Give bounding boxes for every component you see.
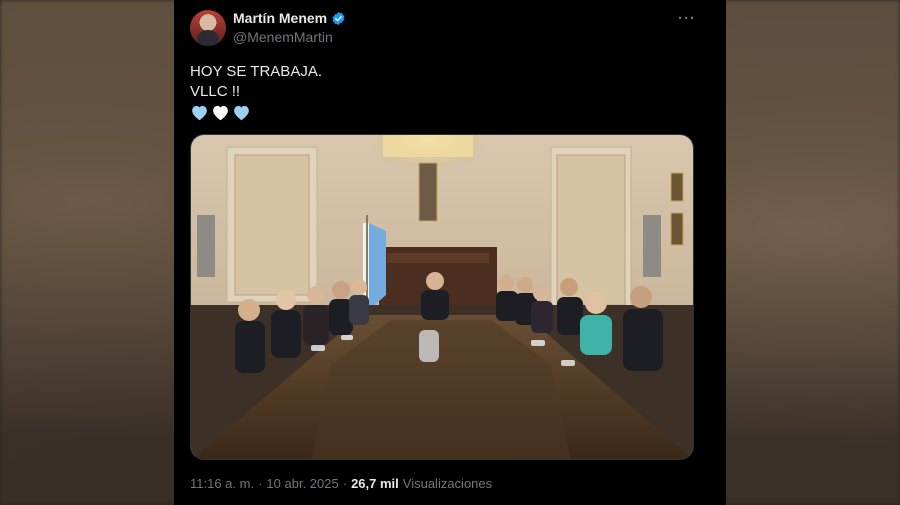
post-photo[interactable] bbox=[190, 134, 694, 460]
post-text: HOY SE TRABAJA. VLLC !! bbox=[190, 62, 322, 121]
blue-heart-icon bbox=[234, 105, 249, 121]
post-line-1: HOY SE TRABAJA. bbox=[190, 63, 322, 80]
avatar[interactable] bbox=[190, 10, 226, 46]
separator: · bbox=[342, 476, 348, 491]
more-options-icon[interactable]: ··· bbox=[678, 10, 696, 27]
author-handle[interactable]: @MenemMartin bbox=[233, 29, 333, 45]
post-metadata: 11:16 a. m. · 10 abr. 2025 · 26,7 mil Vi… bbox=[190, 476, 492, 491]
verified-badge-icon bbox=[332, 11, 345, 25]
post-date[interactable]: 10 abr. 2025 bbox=[266, 476, 338, 491]
meeting-room-photo bbox=[191, 135, 693, 459]
separator: · bbox=[258, 476, 263, 491]
views-label: Visualizaciones bbox=[402, 476, 493, 491]
author-name[interactable]: Martín Menem bbox=[233, 10, 327, 26]
post-time[interactable]: 11:16 a. m. bbox=[190, 476, 254, 491]
post-card: Martín Menem @MenemMartin ··· HOY SE TRA… bbox=[174, 0, 726, 505]
author-name-row: Martín Menem bbox=[233, 10, 346, 26]
blue-heart-icon bbox=[192, 105, 207, 121]
views-count: 26,7 mil bbox=[351, 476, 399, 491]
post-line-2: VLLC !! bbox=[190, 83, 241, 100]
heart-emojis bbox=[190, 104, 322, 121]
white-heart-icon bbox=[213, 105, 228, 121]
